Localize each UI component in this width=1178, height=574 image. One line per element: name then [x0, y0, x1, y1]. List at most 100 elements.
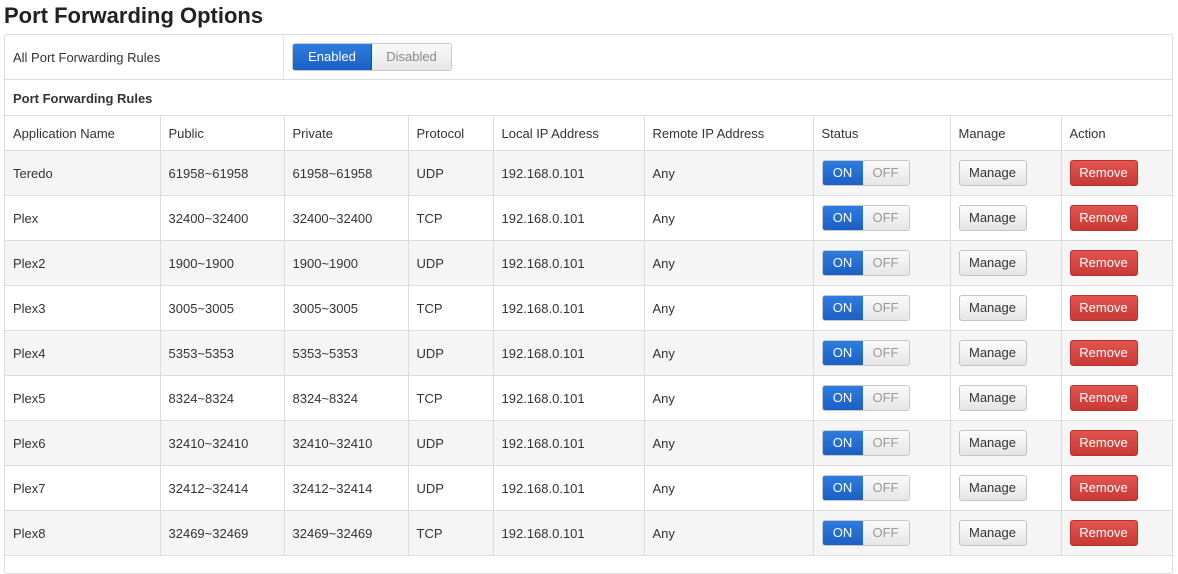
all-rules-label: All Port Forwarding Rules [13, 50, 161, 65]
status-off-button[interactable]: OFF [862, 431, 909, 455]
cell-protocol: UDP [407, 240, 494, 286]
manage-button[interactable]: Manage [958, 250, 1027, 276]
cell-private-port: 1900~1900 [283, 240, 409, 286]
status-on-button[interactable]: ON [822, 341, 863, 365]
status-on-button[interactable]: ON [822, 431, 863, 455]
remove-button[interactable]: Remove [1069, 430, 1138, 456]
cell-app-name: Teredo [5, 150, 161, 196]
cell-public-port: 1900~1900 [159, 240, 285, 286]
remove-button[interactable]: Remove [1069, 340, 1138, 366]
cell-local-ip: 192.168.0.101 [492, 285, 645, 331]
cell-public-port: 5353~5353 [159, 330, 285, 376]
manage-button[interactable]: Manage [958, 340, 1027, 366]
cell-public-port: 8324~8324 [159, 375, 285, 421]
status-off-button[interactable]: OFF [862, 521, 909, 545]
remove-button[interactable]: Remove [1069, 160, 1138, 186]
status-off-button[interactable]: OFF [862, 161, 909, 185]
cell-protocol: UDP [407, 150, 494, 196]
cell-app-name: Plex2 [5, 240, 161, 286]
all-rules-toggle: Enabled Disabled [292, 43, 452, 71]
cell-public-port: 3005~3005 [159, 285, 285, 331]
status-on-button[interactable]: ON [822, 296, 863, 320]
status-toggle: ON OFF [821, 385, 910, 411]
manage-button[interactable]: Manage [958, 160, 1027, 186]
cell-protocol: TCP [407, 285, 494, 331]
cell-action: Remove [1060, 285, 1172, 331]
cell-status: ON OFF [812, 420, 951, 466]
cell-local-ip: 192.168.0.101 [492, 465, 645, 511]
status-off-button[interactable]: OFF [862, 341, 909, 365]
remove-button[interactable]: Remove [1069, 520, 1138, 546]
status-toggle: ON OFF [821, 205, 910, 231]
section-header: Port Forwarding Rules [5, 80, 1172, 116]
status-off-button[interactable]: OFF [862, 386, 909, 410]
cell-app-name: Plex8 [5, 510, 161, 556]
cell-status: ON OFF [812, 240, 951, 286]
cell-action: Remove [1060, 465, 1172, 511]
status-on-button[interactable]: ON [822, 476, 863, 500]
cell-manage: Manage [949, 465, 1062, 511]
cell-remote-ip: Any [643, 375, 814, 421]
cell-action: Remove [1060, 150, 1172, 196]
cell-manage: Manage [949, 195, 1062, 241]
manage-button[interactable]: Manage [958, 295, 1027, 321]
cell-status: ON OFF [812, 285, 951, 331]
status-off-button[interactable]: OFF [862, 251, 909, 275]
status-toggle: ON OFF [821, 295, 910, 321]
cell-public-port: 61958~61958 [159, 150, 285, 196]
cell-manage: Manage [949, 420, 1062, 466]
status-toggle: ON OFF [821, 160, 910, 186]
cell-protocol: UDP [407, 330, 494, 376]
status-on-button[interactable]: ON [822, 251, 863, 275]
cell-status: ON OFF [812, 510, 951, 556]
manage-button[interactable]: Manage [958, 520, 1027, 546]
remove-button[interactable]: Remove [1069, 475, 1138, 501]
status-on-button[interactable]: ON [822, 206, 863, 230]
section-title: Port Forwarding Rules [13, 91, 153, 106]
cell-status: ON OFF [812, 330, 951, 376]
table-row: Plex6 32410~32410 32410~32410 UDP 192.16… [5, 420, 1172, 466]
col-header-remote-ip: Remote IP Address [643, 116, 814, 151]
manage-button[interactable]: Manage [958, 475, 1027, 501]
status-off-button[interactable]: OFF [862, 476, 909, 500]
cell-app-name: Plex6 [5, 420, 161, 466]
cell-remote-ip: Any [643, 465, 814, 511]
cell-manage: Manage [949, 285, 1062, 331]
manage-button[interactable]: Manage [958, 385, 1027, 411]
cell-public-port: 32412~32414 [159, 465, 285, 511]
cell-private-port: 3005~3005 [283, 285, 409, 331]
status-off-button[interactable]: OFF [862, 206, 909, 230]
cell-protocol: TCP [407, 510, 494, 556]
remove-button[interactable]: Remove [1069, 385, 1138, 411]
manage-button[interactable]: Manage [958, 205, 1027, 231]
cell-remote-ip: Any [643, 240, 814, 286]
disabled-button[interactable]: Disabled [372, 44, 451, 70]
cell-local-ip: 192.168.0.101 [492, 195, 645, 241]
remove-button[interactable]: Remove [1069, 295, 1138, 321]
col-header-protocol: Protocol [407, 116, 494, 151]
cell-remote-ip: Any [643, 420, 814, 466]
status-on-button[interactable]: ON [822, 521, 863, 545]
cell-public-port: 32400~32400 [159, 195, 285, 241]
cell-app-name: Plex [5, 195, 161, 241]
cell-local-ip: 192.168.0.101 [492, 510, 645, 556]
cell-private-port: 5353~5353 [283, 330, 409, 376]
manage-button[interactable]: Manage [958, 430, 1027, 456]
table-row: Plex3 3005~3005 3005~3005 TCP 192.168.0.… [5, 285, 1172, 331]
cell-private-port: 32469~32469 [283, 510, 409, 556]
cell-manage: Manage [949, 510, 1062, 556]
status-off-button[interactable]: OFF [862, 296, 909, 320]
enabled-button[interactable]: Enabled [293, 44, 372, 70]
status-on-button[interactable]: ON [822, 386, 863, 410]
col-header-public: Public [159, 116, 285, 151]
table-row: Plex2 1900~1900 1900~1900 UDP 192.168.0.… [5, 240, 1172, 286]
cell-status: ON OFF [812, 195, 951, 241]
cell-protocol: UDP [407, 465, 494, 511]
remove-button[interactable]: Remove [1069, 250, 1138, 276]
cell-private-port: 32410~32410 [283, 420, 409, 466]
remove-button[interactable]: Remove [1069, 205, 1138, 231]
table-row: Plex8 32469~32469 32469~32469 TCP 192.16… [5, 510, 1172, 556]
cell-public-port: 32410~32410 [159, 420, 285, 466]
status-on-button[interactable]: ON [822, 161, 863, 185]
table-row: Plex5 8324~8324 8324~8324 TCP 192.168.0.… [5, 375, 1172, 421]
